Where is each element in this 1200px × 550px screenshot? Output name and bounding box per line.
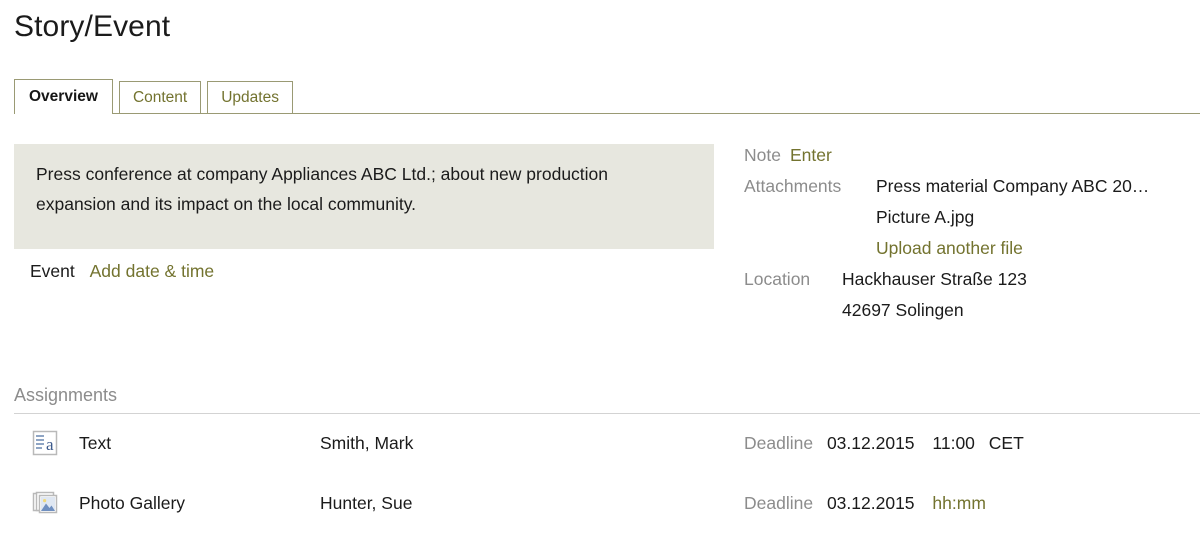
deadline-timezone: CET	[988, 433, 1024, 453]
tab-strip-divider	[14, 113, 1200, 114]
svg-text:a: a	[46, 435, 54, 454]
tab-strip: Overview Content Updates	[0, 78, 1200, 115]
tab-updates[interactable]: Updates	[207, 80, 293, 114]
tab-content-label: Content	[132, 88, 188, 106]
assignment-deadline: Deadline 03.12.2015 hh:mm	[744, 490, 995, 516]
photo-gallery-icon	[32, 490, 58, 516]
assignment-type: Photo Gallery	[79, 493, 186, 513]
add-date-time-link[interactable]: Add date & time	[90, 261, 215, 281]
deadline-date[interactable]: 03.12.2015	[827, 493, 915, 513]
table-row[interactable]: a Text Smith, Mark Deadline 03.12.2015 1…	[0, 423, 1200, 483]
assignments-title: Assignments	[14, 385, 118, 405]
deadline-time[interactable]: 11:00	[932, 433, 975, 453]
location-city: 42697 Solingen	[842, 300, 964, 320]
location-values: Hackhauser Straße 123 42697 Solingen	[842, 264, 1027, 326]
tab-content[interactable]: Content	[118, 80, 202, 114]
event-row: Event Add date & time	[30, 260, 214, 282]
page-title: Story/Event	[14, 10, 171, 43]
location-row: Location Hackhauser Straße 123 42697 Sol…	[744, 264, 1200, 326]
assignment-person[interactable]: Smith, Mark	[320, 430, 413, 456]
assignments-divider	[14, 413, 1200, 414]
description-box[interactable]: Press conference at company Appliances A…	[14, 144, 714, 249]
deadline-label: Deadline	[744, 493, 814, 513]
upload-another-file-link[interactable]: Upload another file	[876, 233, 1149, 264]
note-label: Note	[744, 145, 781, 165]
deadline-time[interactable]: hh:mm	[932, 493, 985, 513]
description-text: Press conference at company Appliances A…	[36, 164, 609, 214]
attachment-file-1[interactable]: Press material Company ABC 20…	[876, 171, 1149, 202]
meta-list: Note Enter Attachments Press material Co…	[744, 140, 1200, 326]
table-row[interactable]: Photo Gallery Hunter, Sue Deadline 03.12…	[0, 483, 1200, 543]
event-label: Event	[30, 261, 75, 281]
deadline-label: Deadline	[744, 433, 814, 453]
location-label: Location	[744, 269, 811, 289]
note-row: Note Enter	[744, 140, 1200, 171]
tab-overview[interactable]: Overview	[14, 78, 113, 115]
assignment-type: Text	[79, 433, 112, 453]
attachments-values: Press material Company ABC 20… Picture A…	[876, 171, 1149, 264]
attachments-label: Attachments	[744, 176, 842, 196]
text-document-icon: a	[32, 430, 58, 456]
tab-overview-label: Overview	[29, 87, 98, 105]
note-enter-link[interactable]: Enter	[790, 140, 832, 171]
assignment-person[interactable]: Hunter, Sue	[320, 490, 412, 516]
attachments-row: Attachments Press material Company ABC 2…	[744, 171, 1200, 264]
attachment-file-2[interactable]: Picture A.jpg	[876, 202, 1149, 233]
assignment-deadline: Deadline 03.12.2015 11:00 CET	[744, 430, 1024, 456]
tab-updates-label: Updates	[221, 88, 279, 106]
deadline-date[interactable]: 03.12.2015	[827, 433, 915, 453]
tab-list: Overview Content Updates	[14, 78, 293, 115]
location-street: Hackhauser Straße 123	[842, 269, 1027, 289]
